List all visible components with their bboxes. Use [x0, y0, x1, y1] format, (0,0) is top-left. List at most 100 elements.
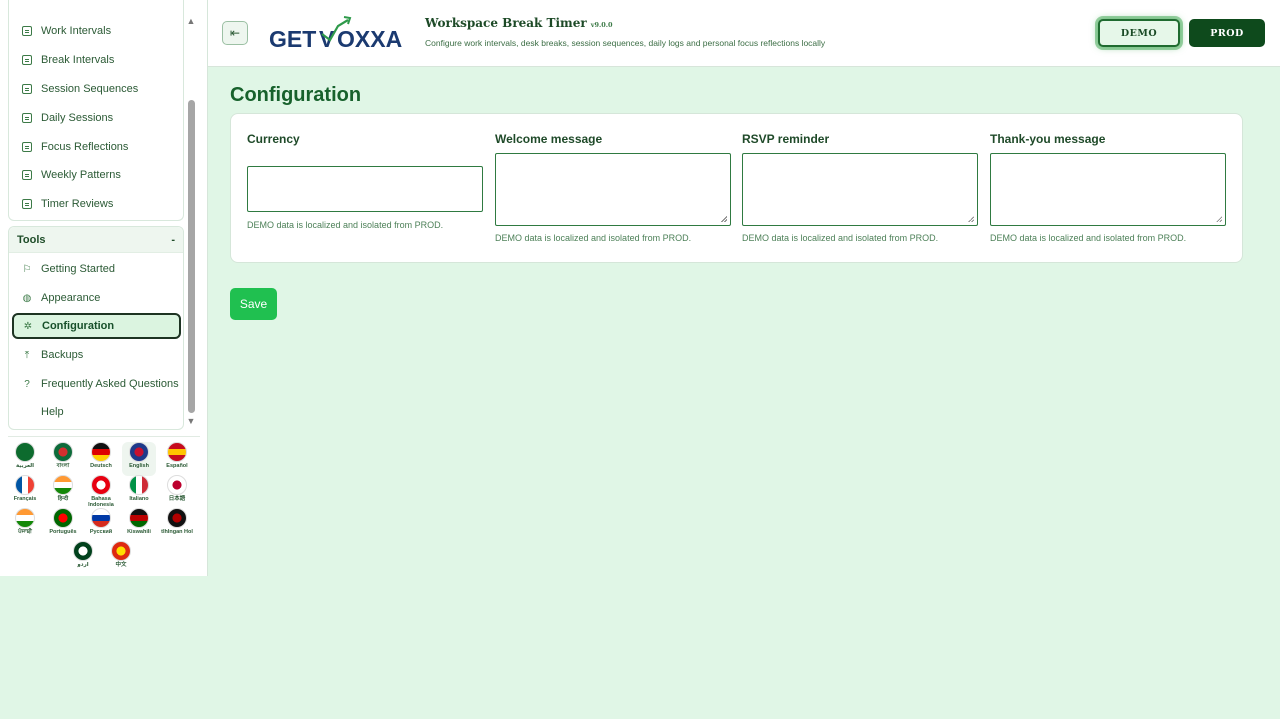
flag-icon — [53, 508, 73, 528]
rsvp-reminder-field: RSVP reminder DEMO data is localized and… — [742, 114, 978, 264]
sidebar-item-label: Break Intervals — [41, 54, 115, 66]
language-flag[interactable]: Italiano — [122, 475, 156, 509]
currency-help: DEMO data is localized and isolated from… — [247, 220, 444, 230]
sidebar-item-configuration[interactable]: ✲ Configuration — [12, 313, 181, 339]
flag-icon — [73, 541, 93, 561]
currency-field: Currency DEMO data is localized and isol… — [247, 114, 483, 264]
welcome-message-textarea[interactable] — [495, 153, 731, 226]
sidebar-item-appearance[interactable]: ◍ Appearance — [13, 285, 179, 311]
document-icon — [21, 141, 33, 153]
language-label: Français — [13, 496, 37, 502]
language-label: Deutsch — [90, 463, 112, 469]
currency-input[interactable] — [247, 166, 483, 212]
flag-icon — [129, 508, 149, 528]
language-flag[interactable]: العربية — [8, 442, 42, 476]
collapse-sidebar-button[interactable]: ⇤ — [222, 21, 248, 45]
thank-you-message-textarea[interactable] — [990, 153, 1226, 226]
demo-button[interactable]: DEMO — [1098, 19, 1180, 47]
page-title: Configuration — [230, 84, 362, 106]
svg-text:GET: GET — [269, 26, 316, 52]
sidebar-item-label: Work Intervals — [41, 25, 112, 37]
logo: GET V OXXA — [268, 12, 413, 52]
sidebar-item-label: Getting Started — [41, 263, 115, 275]
sidebar-item-faq[interactable]: ? Frequently Asked Questions — [13, 371, 179, 397]
tools-card: Tools - ⚐ Getting Started ◍ Appearance ✲ Co… — [8, 226, 184, 430]
language-flag[interactable]: Español — [160, 442, 194, 476]
language-label: বাংলা — [56, 463, 70, 469]
rsvp-reminder-textarea[interactable] — [742, 153, 978, 226]
sidebar-item-help[interactable]: Help — [13, 399, 179, 425]
language-flag[interactable]: 日本語 — [160, 475, 194, 509]
language-flag[interactable]: বাংলা — [46, 442, 80, 476]
language-flag[interactable]: tlhIngan Hol — [160, 508, 194, 542]
sidebar-item-label: Help — [41, 406, 64, 418]
flag-icon — [91, 442, 111, 462]
language-label: 中文 — [115, 562, 127, 568]
scroll-down-arrow-icon[interactable]: ▼ — [186, 416, 196, 426]
flag-icon — [91, 508, 111, 528]
language-selector: العربية বাংলা Deutsch English Español Françai… — [8, 436, 200, 568]
language-flag[interactable]: Português — [46, 508, 80, 542]
sidebar-item-break-intervals[interactable]: Break Intervals — [13, 47, 179, 73]
language-flag[interactable]: اردو — [66, 541, 100, 575]
flag-icon — [53, 475, 73, 495]
sidebar-item-label: Session Sequences — [41, 83, 139, 95]
language-flag[interactable]: Bahasa Indonesia — [84, 475, 118, 509]
collapse-toggle-icon[interactable]: - — [171, 234, 175, 246]
sidebar-item-backups[interactable]: ⤒ Backups — [13, 342, 179, 368]
language-flag[interactable]: English — [122, 442, 156, 476]
language-label: English — [129, 463, 149, 469]
flag-icon — [167, 442, 187, 462]
logo-graphic: GET V OXXA — [269, 16, 402, 52]
collapse-sidebar-icon: ⇤ — [229, 26, 241, 40]
sidebar-item-session-sequences[interactable]: Session Sequences — [13, 76, 179, 102]
tools-header[interactable]: Tools - — [9, 227, 183, 253]
language-flag[interactable]: Русский — [84, 508, 118, 542]
app-version: v9.0.0 — [590, 21, 613, 29]
language-label: Kiswahili — [127, 529, 151, 535]
sidebar-item-label: Focus Reflections — [41, 141, 129, 153]
gear-icon: ✲ — [23, 320, 33, 332]
sidebar-item-focus-reflections[interactable]: Focus Reflections — [13, 134, 179, 160]
sidebar-scrollbar[interactable]: ▲ ▼ — [186, 14, 196, 430]
language-flag[interactable]: Kiswahili — [122, 508, 156, 542]
document-icon — [21, 83, 33, 95]
palette-icon: ◍ — [22, 292, 32, 304]
prod-button[interactable]: PROD — [1189, 19, 1265, 47]
scroll-up-arrow-icon[interactable]: ▲ — [186, 16, 196, 26]
rsvp-reminder-help: DEMO data is localized and isolated from… — [742, 233, 939, 243]
language-label: ਪੰਜਾਬੀ — [18, 529, 32, 535]
language-label: Italiano — [129, 496, 149, 502]
sidebar-item-weekly-patterns[interactable]: Weekly Patterns — [13, 162, 179, 188]
language-flag[interactable]: हिन्दी — [46, 475, 80, 509]
language-flag[interactable]: ਪੰਜਾਬੀ — [8, 508, 42, 542]
sidebar-item-work-intervals[interactable]: Work Intervals — [13, 18, 179, 44]
thank-you-message-field: Thank-you message DEMO data is localized… — [990, 114, 1226, 264]
sidebar-item-label: Configuration — [42, 320, 115, 332]
flag-icon — [111, 541, 131, 561]
sidebar-item-label: Backups — [41, 349, 84, 361]
currency-label: Currency — [247, 132, 300, 146]
header: ⇤ GET V OXXA Workspace Break Timer v9.0.0… — [208, 0, 1280, 67]
sidebar-item-timer-reviews[interactable]: Timer Reviews — [13, 191, 179, 217]
sidebar-item-daily-sessions[interactable]: Daily Sessions — [13, 105, 179, 131]
sidebar-nav: Work Intervals Break Intervals Session S… — [0, 0, 200, 430]
flag-icon — [15, 475, 35, 495]
language-label: हिन्दी — [57, 496, 69, 502]
sidebar-item-getting-started[interactable]: ⚐ Getting Started — [13, 256, 179, 282]
sections-card: Work Intervals Break Intervals Session S… — [8, 0, 184, 221]
language-flag[interactable]: Deutsch — [84, 442, 118, 476]
language-label: العربية — [15, 463, 35, 469]
sidebar-item-label: Daily Sessions — [41, 112, 114, 124]
help-circle-icon: ? — [24, 378, 30, 390]
flag-icon: ⚐ — [22, 263, 32, 275]
language-label: Русский — [89, 529, 113, 535]
sidebar-item-label: Timer Reviews — [41, 198, 114, 210]
language-label: Español — [166, 463, 188, 469]
scroll-thumb[interactable] — [188, 100, 195, 413]
language-flag[interactable]: 中文 — [104, 541, 138, 575]
save-button[interactable]: Save — [230, 288, 277, 320]
flag-icon — [167, 475, 187, 495]
app-subtitle: Configure work intervals, desk breaks, s… — [425, 38, 826, 48]
language-flag[interactable]: Français — [8, 475, 42, 509]
